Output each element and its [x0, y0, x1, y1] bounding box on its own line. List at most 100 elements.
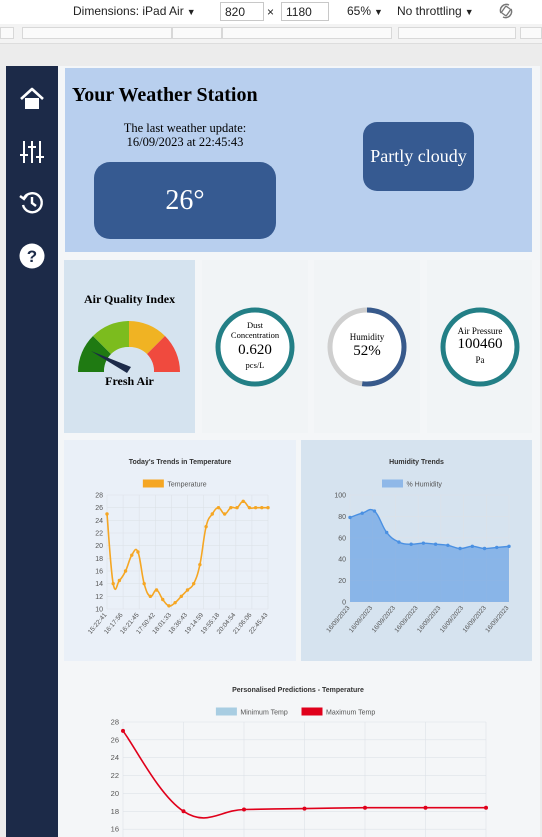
width-input[interactable]	[220, 2, 264, 21]
y-tick-label: 16	[111, 825, 119, 834]
dust-label: Dust Concentration	[230, 320, 280, 340]
humidity-value: 52%	[353, 343, 381, 359]
condition-display[interactable]: Partly cloudy	[363, 122, 474, 191]
y-tick-label: 22	[111, 771, 119, 780]
throttling-select[interactable]: No throttling ▼	[397, 4, 474, 18]
temperature-point	[247, 505, 252, 510]
air-quality-gauge	[78, 321, 180, 374]
temperature-point	[185, 588, 190, 592]
humidity-point	[348, 515, 352, 520]
pressure-value: 100460	[457, 336, 503, 352]
y-tick-label: 22	[95, 531, 103, 538]
air-quality-label: Fresh Air	[105, 374, 154, 388]
temperature-point	[136, 550, 140, 554]
max-temp-point	[242, 807, 246, 812]
humidity-point	[409, 542, 413, 546]
dust-unit: pcs/L	[245, 360, 265, 370]
max-temp-point	[121, 728, 125, 733]
humidity-point	[482, 546, 487, 551]
temperature-point	[123, 569, 128, 573]
help-icon[interactable]: ?	[19, 243, 45, 269]
predictions-chart: Minimum TempMaximum Temp2826242220181614	[111, 707, 488, 837]
max-temp-point	[423, 805, 428, 810]
humidity-point	[446, 543, 450, 547]
y-tick-label: 12	[95, 594, 103, 601]
legend-swatch	[215, 707, 237, 716]
y-tick-label: 80	[338, 514, 346, 521]
media-query-ruler	[0, 24, 542, 44]
humidity-area	[350, 509, 509, 602]
temperature-point	[222, 512, 227, 516]
y-tick-label: 24	[95, 518, 103, 525]
chevron-down-icon: ▼	[374, 7, 383, 17]
sidebar	[6, 66, 58, 837]
legend-swatch	[142, 479, 164, 488]
temperature-display[interactable]: 26°	[94, 162, 276, 239]
y-tick-label: 14	[95, 581, 103, 588]
legend-label: Temperature	[167, 482, 206, 489]
rotate-icon[interactable]	[497, 2, 515, 23]
y-tick-label: 20	[111, 789, 119, 798]
x-tick-label: 16/09/2023	[484, 605, 511, 635]
temperature-point	[148, 594, 153, 599]
legend-label: % Humidity	[407, 482, 443, 489]
svg-text:?: ?	[27, 247, 37, 266]
times-sign: ×	[267, 5, 275, 19]
temperature-point	[266, 505, 270, 510]
humidity-point	[360, 511, 364, 515]
temperature-point	[117, 578, 122, 583]
temperature-chart: Temperature2826242220181614121015:22:411…	[87, 479, 270, 636]
temperature-point	[173, 600, 177, 605]
zoom-select[interactable]: 65% ▼	[347, 4, 383, 18]
sliders-icon[interactable]	[19, 139, 45, 165]
y-tick-label: 20	[95, 543, 103, 550]
temperature-point	[191, 581, 196, 586]
pressure-unit: Pa	[475, 355, 485, 365]
history-icon[interactable]	[19, 190, 45, 216]
max-temp-point	[363, 805, 367, 810]
humidity-point	[421, 541, 426, 545]
temperature-point	[216, 505, 221, 510]
y-tick-label: 26	[111, 735, 119, 744]
temperature-point	[142, 581, 146, 586]
humidity-label: Humidity	[349, 332, 385, 342]
air-quality-title: Air Quality Index	[83, 292, 176, 306]
temperature-point	[253, 505, 258, 510]
humidity-point	[433, 542, 438, 546]
y-tick-label: 40	[338, 557, 346, 564]
home-icon[interactable]	[19, 86, 45, 112]
temperature-point	[161, 597, 165, 602]
temperature-point	[105, 512, 109, 516]
temperature-point	[130, 553, 134, 557]
y-tick-label: 18	[111, 807, 119, 816]
temperature-point	[111, 581, 115, 586]
devtools-toolbar: Dimensions: iPad Air▼ × 65%▼ No throttli…	[0, 0, 542, 24]
temperature-point	[229, 505, 233, 510]
temperature-point	[235, 505, 239, 510]
y-tick-label: 28	[95, 493, 103, 500]
last-update-text: The last weather update: 16/09/2023 at 2…	[123, 121, 247, 149]
page-title: Your Weather Station	[72, 84, 258, 106]
y-tick-label: 16	[95, 569, 103, 576]
temperature-point	[241, 499, 245, 504]
max-temp-point	[484, 805, 488, 810]
temperature-point	[260, 505, 264, 510]
y-tick-label: 28	[111, 718, 119, 727]
temperature-point	[167, 604, 171, 608]
y-tick-label: 100	[334, 493, 346, 500]
max-temp-point	[181, 809, 186, 814]
humidity-point	[470, 544, 475, 549]
humidity-chart: % Humidity10080604020016/09/202316/09/20…	[325, 479, 511, 635]
temperature-point	[154, 588, 159, 592]
humidity-chart-title: Humidity Trends	[389, 459, 444, 466]
max-temp-point	[302, 806, 307, 811]
temperature-point	[198, 562, 202, 567]
legend-label: Minimum Temp	[240, 710, 287, 717]
humidity-point	[384, 530, 389, 535]
height-input[interactable]	[281, 2, 329, 21]
predictions-chart-title: Personalised Predictions - Temperature	[232, 687, 364, 694]
device-dimensions-select[interactable]: Dimensions: iPad Air ▼	[73, 4, 196, 18]
humidity-point	[507, 544, 511, 549]
pressure-label: Air Pressure	[457, 326, 503, 336]
humidity-point	[372, 509, 377, 513]
